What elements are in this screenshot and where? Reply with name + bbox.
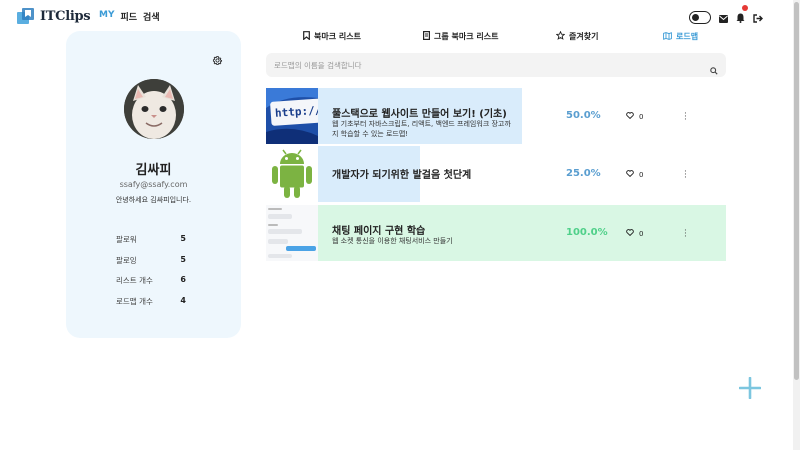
roadmap-description: 웹 소켓 통신을 이용한 채팅서비스 만들기 bbox=[332, 237, 453, 245]
heart-icon bbox=[626, 229, 634, 238]
add-roadmap-button[interactable] bbox=[738, 376, 762, 400]
logout-icon[interactable] bbox=[753, 8, 763, 27]
search-icon[interactable] bbox=[710, 60, 718, 79]
heart-icon bbox=[626, 170, 634, 179]
like-button[interactable]: 0 bbox=[626, 112, 643, 121]
roadmap-thumbnail-web: http://w bbox=[266, 88, 318, 144]
nav-my[interactable]: MY bbox=[99, 10, 114, 23]
stat-followers[interactable]: 팔로워 5 bbox=[116, 234, 186, 255]
content-tabs: 북마크 리스트 그룹 북마크 리스트 즐겨찾기 로드맵 bbox=[266, 30, 726, 47]
notification-bell-icon[interactable] bbox=[736, 5, 748, 27]
more-options-icon[interactable]: · · · bbox=[684, 110, 687, 125]
star-icon bbox=[555, 30, 566, 42]
stat-roadmap-count: 로드맵 개수 4 bbox=[116, 296, 186, 317]
stat-label: 팔로워 bbox=[116, 235, 137, 244]
bookmark-icon bbox=[303, 31, 310, 42]
mail-icon[interactable] bbox=[719, 8, 728, 27]
profile-name: 김싸피 bbox=[135, 163, 172, 178]
stat-value: 6 bbox=[180, 275, 186, 284]
tab-label: 로드맵 bbox=[676, 32, 699, 41]
avatar bbox=[124, 79, 184, 139]
more-options-icon[interactable]: · · · bbox=[684, 227, 687, 242]
stat-label: 팔로잉 bbox=[116, 255, 137, 265]
roadmap-title[interactable]: 풀스택으로 웹사이트 만들어 보기! (기초) bbox=[332, 105, 507, 120]
roadmap-item[interactable]: http://w 풀스택으로 웹사이트 만들어 보기! (기초) 웹 기초부터 … bbox=[266, 88, 726, 144]
stat-value: 5 bbox=[180, 234, 186, 243]
top-header: ITClips MY 피드 검색 bbox=[0, 0, 793, 32]
stat-label: 리스트 개수 bbox=[116, 276, 153, 285]
nav-search[interactable]: 검색 bbox=[143, 10, 160, 23]
stat-list-count: 리스트 개수 6 bbox=[116, 275, 186, 296]
more-options-icon[interactable]: · · · bbox=[684, 168, 687, 183]
map-icon bbox=[663, 31, 672, 42]
stat-value: 5 bbox=[180, 254, 186, 264]
nav-feed[interactable]: 피드 bbox=[120, 10, 137, 23]
notification-badge bbox=[742, 5, 748, 11]
heart-icon bbox=[626, 112, 634, 121]
tab-favorites[interactable]: 즐겨찾기 bbox=[555, 30, 599, 42]
like-count: 0 bbox=[639, 170, 644, 179]
tab-label: 그룹 북마크 리스트 bbox=[434, 32, 499, 41]
scrollbar-thumb[interactable] bbox=[794, 2, 799, 380]
roadmap-item[interactable]: 개발자가 되기위한 발걸음 첫단계 25.0% 0 · · · bbox=[266, 146, 726, 202]
logo-icon bbox=[16, 6, 38, 26]
progress-percent: 100.0% bbox=[566, 227, 608, 238]
page-scrollbar[interactable] bbox=[793, 0, 800, 450]
profile-email: ssafy@ssafy.com bbox=[119, 180, 188, 189]
roadmap-item[interactable]: 채팅 페이지 구현 학습 웹 소켓 통신을 이용한 채팅서비스 만들기 100.… bbox=[266, 205, 726, 261]
main-nav: MY 피드 검색 bbox=[99, 10, 160, 23]
brand-name: ITClips bbox=[40, 8, 91, 24]
tab-roadmap[interactable]: 로드맵 bbox=[663, 31, 698, 42]
gear-icon[interactable] bbox=[212, 51, 223, 70]
like-count: 0 bbox=[639, 229, 644, 238]
roadmap-search-bar bbox=[266, 53, 726, 77]
theme-toggle[interactable] bbox=[689, 11, 711, 24]
roadmap-thumbnail-chat bbox=[266, 205, 318, 261]
logo[interactable]: ITClips bbox=[16, 6, 91, 26]
stat-value: 4 bbox=[180, 295, 186, 305]
header-actions bbox=[689, 5, 763, 27]
like-button[interactable]: 0 bbox=[626, 170, 643, 179]
profile-bio: 안녕하세요 김싸피입니다. bbox=[115, 196, 192, 204]
like-count: 0 bbox=[639, 112, 644, 121]
stat-label: 로드맵 개수 bbox=[116, 296, 153, 306]
stat-following[interactable]: 팔로잉 5 bbox=[116, 255, 186, 276]
profile-card: 김싸피 ssafy@ssafy.com 안녕하세요 김싸피입니다. 팔로워 5 … bbox=[66, 31, 241, 338]
roadmap-description: 웹 기초부터 자바스크립트, 리액트, 백엔드 프레임워크 장고까지 학습할 수… bbox=[332, 120, 511, 138]
tab-group-bookmark-list[interactable]: 그룹 북마크 리스트 bbox=[423, 31, 498, 42]
tab-label: 즐겨찾기 bbox=[569, 32, 599, 41]
plus-icon bbox=[738, 376, 762, 400]
document-icon bbox=[423, 31, 431, 42]
tab-label: 북마크 리스트 bbox=[314, 32, 361, 41]
roadmap-title[interactable]: 개발자가 되기위한 발걸음 첫단계 bbox=[332, 166, 471, 181]
roadmap-title[interactable]: 채팅 페이지 구현 학습 bbox=[332, 222, 425, 237]
search-input[interactable] bbox=[274, 57, 694, 73]
profile-stats: 팔로워 5 팔로잉 5 리스트 개수 6 로드맵 개수 4 bbox=[116, 234, 186, 316]
progress-percent: 25.0% bbox=[566, 168, 601, 179]
roadmap-thumbnail-android bbox=[266, 146, 318, 202]
progress-percent: 50.0% bbox=[566, 110, 601, 121]
like-button[interactable]: 0 bbox=[626, 229, 643, 238]
tab-bookmark-list[interactable]: 북마크 리스트 bbox=[303, 31, 361, 42]
